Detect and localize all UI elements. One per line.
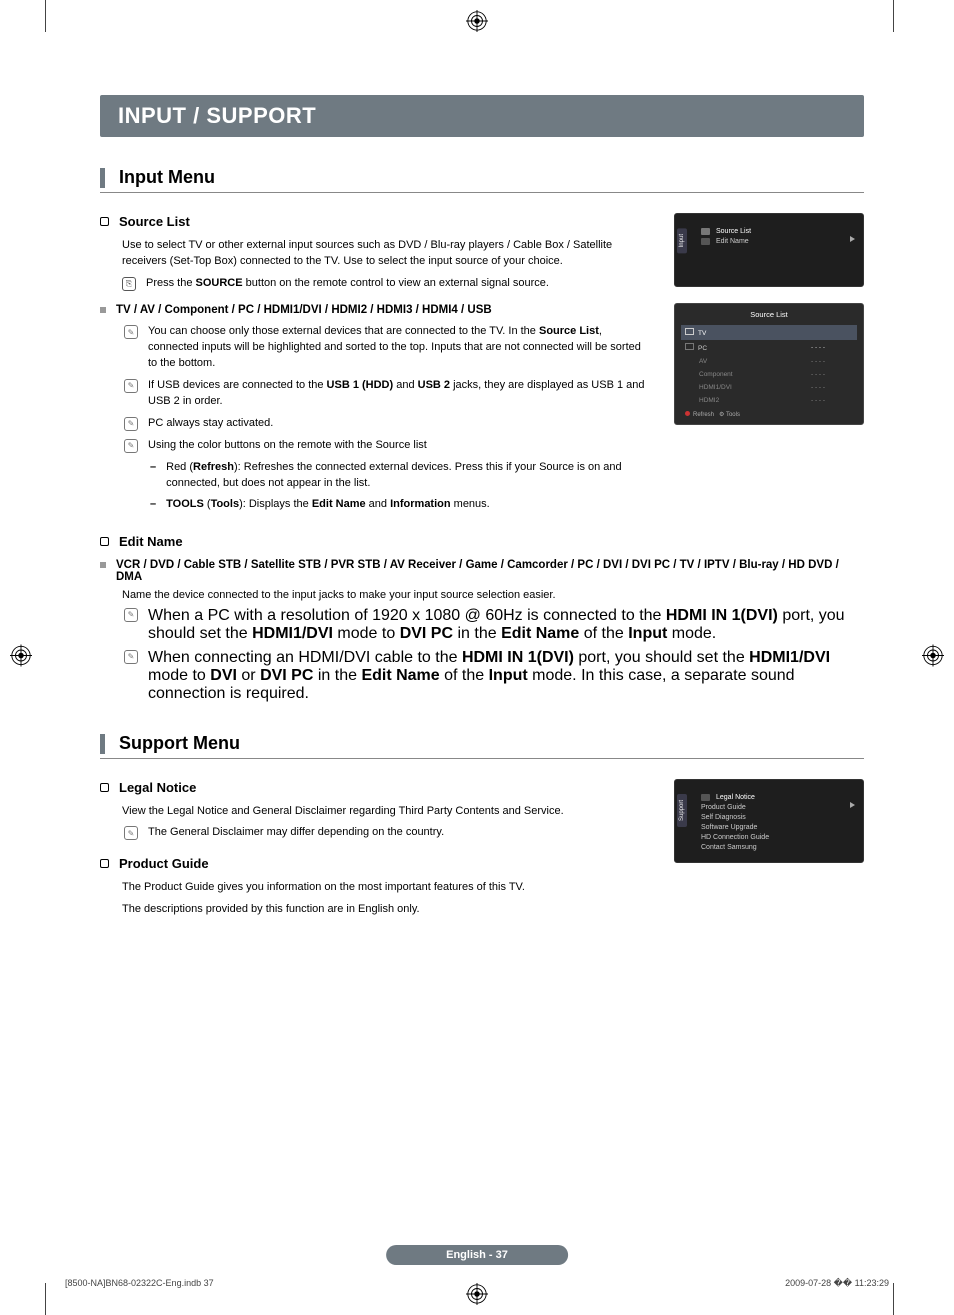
osd-item: Product Guide [701,804,746,811]
crop-mark [893,0,894,32]
bullet-icon [100,217,109,226]
body-text: The General Disclaimer may differ depend… [148,825,444,841]
sub-heading-device-list: VCR / DVD / Cable STB / Satellite STB / … [100,559,864,583]
bullet-icon [100,859,109,868]
osd-input-menu: Input Source List Edit Name [674,213,864,287]
osd-item: Software Upgrade [701,824,757,831]
body-text: Name the device connected to the input j… [122,589,864,601]
osd-footer: Refresh ⚙ Tools [681,411,857,418]
osd-item: Legal Notice [716,794,755,801]
sub-heading-text: Legal Notice [119,779,196,798]
osd-item: Contact Samsung [701,844,757,851]
sub-heading-text: Source List [119,213,190,232]
crop-mark [45,0,46,32]
note-icon: ✎ [124,417,138,431]
bullet-icon [100,562,106,568]
page-number-pill: English - 37 [386,1245,568,1265]
osd-support-menu: Support Legal Notice Product Guide Self … [674,779,864,863]
note-icon: ✎ [124,439,138,453]
osd-side-tab: Input [677,228,687,253]
dash-bullet: – [150,497,156,513]
osd-item: HD Connection Guide [701,834,769,841]
osd-side-tab: Support [677,794,687,827]
section-title: Input Menu [119,167,215,188]
sub-heading-text: TV / AV / Component / PC / HDMI1/DVI / H… [116,302,492,319]
chapter-title: INPUT / SUPPORT [100,95,864,137]
bullet-icon [100,537,109,546]
red-dot-icon [685,411,690,416]
help-icon [701,794,710,801]
note-icon: ✎ [124,826,138,840]
crop-mark [893,1283,894,1315]
sub-heading-product-guide: Product Guide [100,855,652,874]
doc-footer-filename: [8500-NA]BN68-02322C-Eng.indb 37 [65,1278,214,1289]
sub-heading-legal-notice: Legal Notice [100,779,652,798]
remote-button-icon: ⎘ [122,277,136,291]
body-text: PC always stay activated. [148,416,273,432]
dash-bullet: – [150,460,156,492]
body-text: Using the color buttons on the remote wi… [148,438,427,454]
osd-item: Edit Name [716,238,749,245]
note-icon: ✎ [124,650,138,664]
sub-heading-inputs-list: TV / AV / Component / PC / HDMI1/DVI / H… [100,302,652,319]
osd-title: Source List [681,310,857,319]
body-text: Use to select TV or other external input… [122,238,652,270]
osd-item: Self Diagnosis [701,814,746,821]
chevron-right-icon [850,802,855,808]
body-text: The Product Guide gives you information … [122,880,652,896]
body-text: If USB devices are connected to the USB … [148,378,652,410]
note-icon: ✎ [124,379,138,393]
section-heading-input-menu: Input Menu [100,167,864,193]
osd-row-component: Component- - - - [681,368,857,381]
note-icon: ✎ [124,325,138,339]
pc-icon [685,343,694,350]
registration-mark-right [922,644,944,671]
sub-heading-text: Product Guide [119,855,209,874]
sub-heading-text: VCR / DVD / Cable STB / Satellite STB / … [116,559,864,583]
osd-row-hdmi2: HDMI2- - - - [681,394,857,407]
sub-heading-text: Edit Name [119,534,183,549]
bullet-icon [100,307,106,313]
body-text: When a PC with a resolution of 1920 x 10… [148,607,864,643]
osd-row-hdmi1: HDMI1/DVI- - - - [681,381,857,394]
osd-row-av: AV- - - - [681,355,857,368]
body-text: TOOLS (Tools): Displays the Edit Name an… [166,497,490,513]
bullet-icon [100,783,109,792]
osd-row-tv: TV [681,325,857,340]
registration-mark-top [466,10,488,32]
sub-heading-edit-name: Edit Name [100,534,864,549]
body-text: View the Legal Notice and General Discla… [122,804,652,820]
body-text: When connecting an HDMI/DVI cable to the… [148,649,864,703]
source-list-icon [701,228,710,235]
doc-footer-timestamp: 2009-07-28 �� 11:23:29 [785,1278,889,1289]
osd-row-pc: PC- - - - [681,340,857,355]
crop-mark [45,1283,46,1315]
section-title: Support Menu [119,733,240,754]
tv-icon [685,328,694,335]
section-heading-support-menu: Support Menu [100,733,864,759]
edit-name-icon [701,238,710,245]
document-footer: [8500-NA]BN68-02322C-Eng.indb 37 2009-07… [65,1278,889,1289]
osd-item: Source List [716,228,751,235]
body-text: Red (Refresh): Refreshes the connected e… [166,460,652,492]
page-content: INPUT / SUPPORT Input Menu Source List U… [100,95,864,924]
osd-source-list: Source List TV PC- - - - AV- - - - Compo… [674,303,864,425]
body-text: You can choose only those external devic… [148,324,652,372]
registration-mark-left [10,644,32,671]
chevron-right-icon [850,236,855,242]
body-text: Press the SOURCE button on the remote co… [146,276,652,292]
note-icon: ✎ [124,608,138,622]
sub-heading-source-list: Source List [100,213,652,232]
body-text: The descriptions provided by this functi… [122,902,652,918]
